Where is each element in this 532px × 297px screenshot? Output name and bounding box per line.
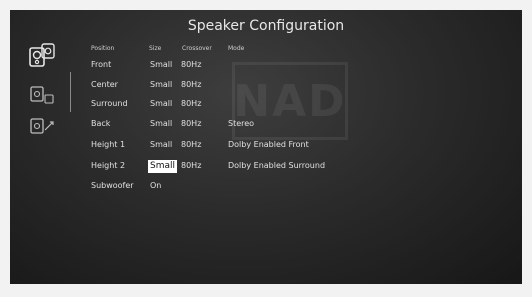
row-front-size[interactable]: Small [150,60,172,69]
row-surround-size[interactable]: Small [150,99,172,108]
column-header-mode: Mode [228,45,245,52]
row-height1-size[interactable]: Small [150,140,172,149]
row-height2-size-selected[interactable]: Small [148,160,177,173]
column-header-crossover: Crossover [182,45,212,52]
row-center-crossover[interactable]: 80Hz [181,80,201,89]
page-title: Speaker Configuration [187,18,345,34]
row-center-size[interactable]: Small [150,80,172,89]
row-back-mode[interactable]: Stereo [228,119,254,128]
row-surround-position: Surround [91,99,128,108]
row-surround-crossover[interactable]: 80Hz [181,99,201,108]
row-height2-crossover[interactable]: 80Hz [181,161,201,170]
row-subwoofer-position: Subwoofer [91,181,134,190]
sidebar-divider [70,72,71,112]
row-front-crossover[interactable]: 80Hz [181,60,201,69]
row-center-position: Center [91,80,118,89]
column-header-size: Size [149,45,162,52]
speaker-configuration-screen: Speaker Configuration NAD Position Size … [10,10,522,284]
row-height1-mode[interactable]: Dolby Enabled Front [228,140,309,149]
row-back-size[interactable]: Small [150,119,172,128]
room-settings-icon[interactable] [28,84,58,106]
row-height2-position: Height 2 [91,161,126,170]
brand-logo-watermark: NAD [232,62,348,140]
speaker-icon[interactable] [28,42,58,68]
row-subwoofer-size[interactable]: On [150,181,161,190]
row-height2-mode[interactable]: Dolby Enabled Surround [228,161,325,170]
row-back-position: Back [91,119,111,128]
tv-audio-icon[interactable] [28,116,58,138]
row-front-position: Front [91,60,112,69]
column-header-position: Position [91,45,115,52]
row-height1-position: Height 1 [91,140,126,149]
row-back-crossover[interactable]: 80Hz [181,119,201,128]
row-height1-crossover[interactable]: 80Hz [181,140,201,149]
